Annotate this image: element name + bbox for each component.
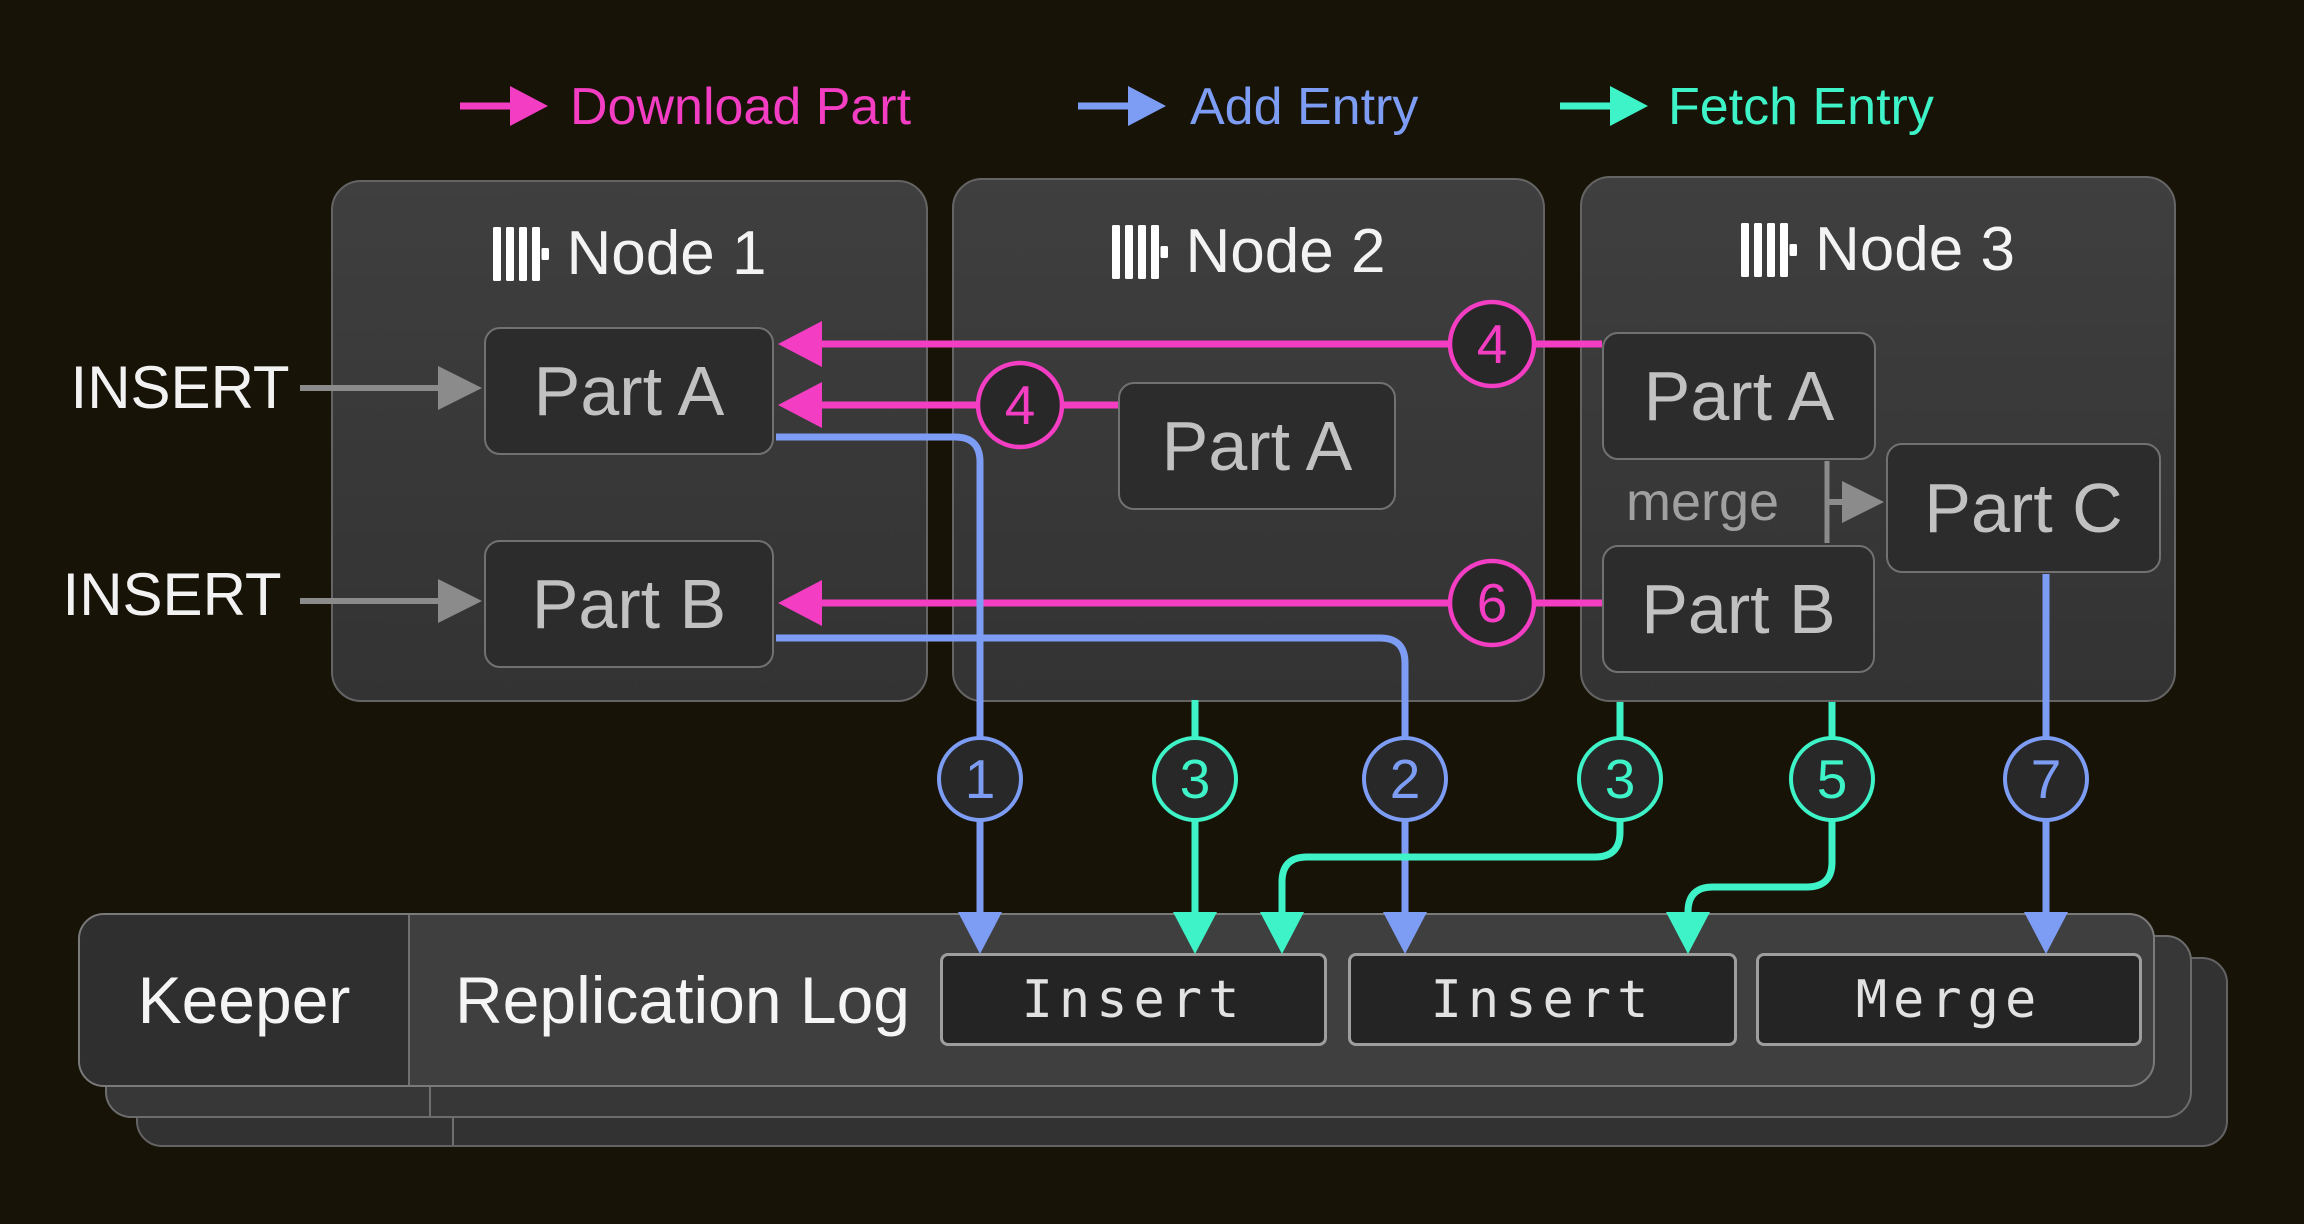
log-entry-insert-1: Insert [940, 953, 1327, 1046]
insert-query-label-1: INSERT [40, 356, 320, 420]
insert-query-label-2: INSERT [32, 563, 312, 627]
replication-log-label: Replication Log [455, 915, 910, 1085]
download-part-legend-arrow-icon [460, 86, 548, 126]
clickhouse-logo-icon [493, 227, 549, 281]
keeper-section: Keeper [80, 915, 410, 1085]
log-entry-merge: Merge [1756, 953, 2142, 1046]
step-circle-add-7: 7 [2005, 738, 2087, 820]
legend-label-download-part: Download Part [570, 76, 911, 138]
node1-title-text: Node 1 [567, 224, 767, 284]
node3-title-text: Node 3 [1815, 220, 2015, 280]
svg-text:7: 7 [2031, 748, 2062, 810]
node1-part-b-box: Part B [484, 540, 774, 668]
svg-text:3: 3 [1605, 748, 1636, 810]
svg-text:3: 3 [1180, 748, 1211, 810]
step-circle-add-1: 1 [939, 738, 1021, 820]
svg-text:5: 5 [1817, 748, 1848, 810]
replication-diagram: Download Part Add Entry Fetch Entry INSE… [0, 0, 2304, 1224]
node3-title: Node 3 [1582, 220, 2174, 280]
legend-label-fetch-entry: Fetch Entry [1668, 76, 1934, 138]
node2-title: Node 2 [954, 222, 1543, 282]
node3-part-b-box: Part B [1602, 545, 1875, 673]
keeper-label: Keeper [138, 962, 351, 1038]
node2-part-a-box: Part A [1118, 382, 1396, 510]
merge-label: merge [1600, 474, 1805, 530]
legend-label-add-entry: Add Entry [1190, 76, 1418, 138]
node1-title: Node 1 [333, 224, 926, 284]
clickhouse-logo-icon [1112, 225, 1168, 279]
node2-title-text: Node 2 [1186, 222, 1386, 282]
clickhouse-logo-icon [1741, 223, 1797, 277]
step-circle-fetch-3b: 3 [1579, 738, 1661, 820]
node3-part-a-box: Part A [1602, 332, 1876, 460]
fetch-entry-legend-arrow-icon [1560, 86, 1648, 126]
log-entry-insert-2: Insert [1348, 953, 1737, 1046]
node3-part-c-box: Part C [1886, 443, 2161, 573]
step-circle-fetch-5: 5 [1791, 738, 1873, 820]
node1-part-a-box: Part A [484, 327, 774, 455]
add-entry-legend-arrow-icon [1078, 86, 1166, 126]
step-circle-add-2: 2 [1364, 738, 1446, 820]
svg-text:2: 2 [1390, 748, 1421, 810]
step-circle-fetch-3a: 3 [1154, 738, 1236, 820]
svg-text:1: 1 [965, 748, 996, 810]
